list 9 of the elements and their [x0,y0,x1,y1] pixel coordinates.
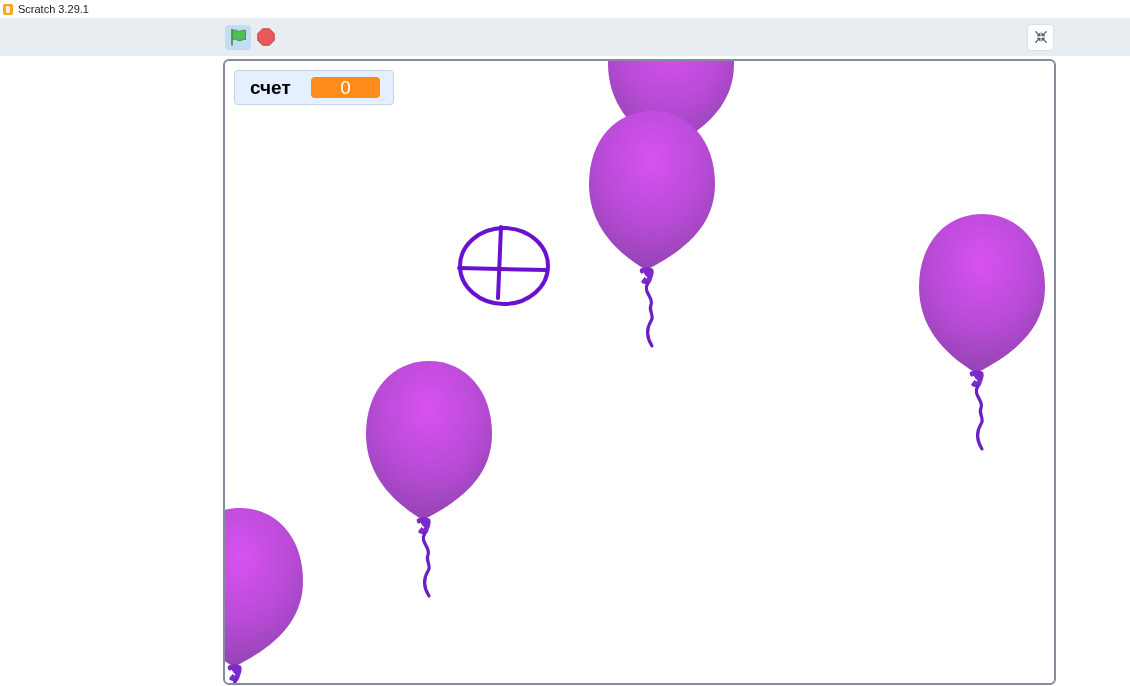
stop-icon [257,28,275,46]
window-title: Scratch 3.29.1 [18,2,89,16]
exit-fullscreen-button[interactable] [1027,23,1054,51]
flag-icon [229,28,247,46]
monitor-value: 0 [311,77,380,98]
run-flag-button[interactable] [225,24,251,50]
monitor-label: счет [250,76,292,99]
inward-arrows-icon [1034,31,1047,43]
app-icon [3,3,13,15]
